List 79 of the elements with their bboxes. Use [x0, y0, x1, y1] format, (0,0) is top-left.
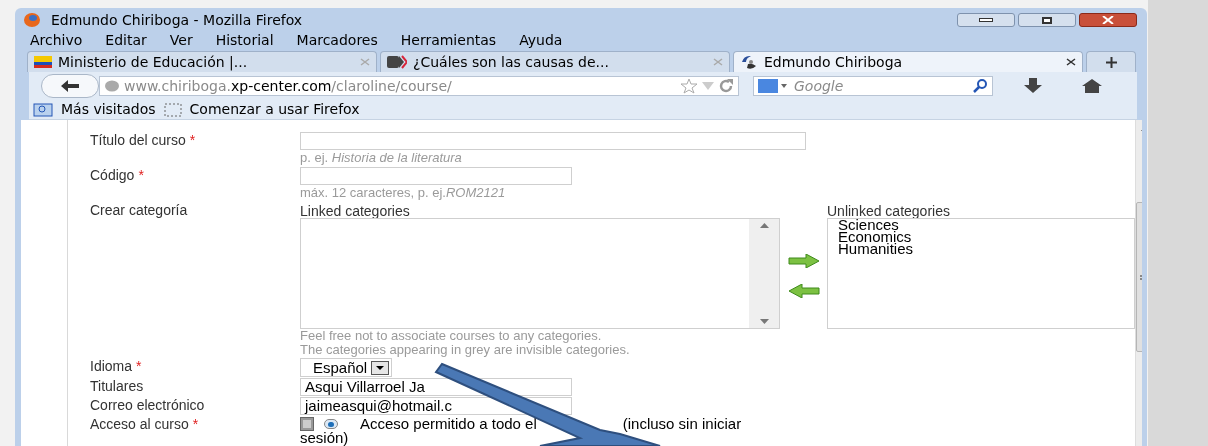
square-icon	[300, 417, 314, 431]
field-hint: máx. 12 caracteres, p. ej.ROM2121	[300, 185, 507, 201]
help-note: Feel free not to associate courses to any categories.	[300, 329, 603, 343]
close-button[interactable]	[1079, 13, 1137, 27]
menu-item[interactable]: Editar	[105, 33, 147, 47]
search-placeholder: Google	[794, 76, 844, 96]
tab-title: Ministerio de Educación |...	[58, 52, 248, 73]
required-mark: *	[192, 416, 199, 434]
blank-page-icon	[163, 102, 182, 117]
menu-item[interactable]: Historial	[215, 33, 274, 47]
access-option-text: Acceso permitido a todo el	[360, 416, 537, 432]
field-label: Titulares	[90, 378, 144, 396]
bookmark-search-icon	[33, 102, 53, 117]
list-scrollbar[interactable]	[749, 219, 779, 328]
menu-item[interactable]: Marcadores	[296, 33, 378, 47]
list-label: Linked categories	[300, 204, 411, 218]
globe-icon	[104, 80, 120, 92]
field-label: Correo electrónico	[90, 397, 205, 415]
scroll-down-icon	[759, 319, 769, 324]
field-label: Acceso al curso	[90, 416, 189, 434]
bookmark-item[interactable]: Más visitados	[61, 99, 156, 120]
field-label: Título del curso	[90, 132, 186, 150]
menu-item[interactable]: Herramientas	[400, 33, 497, 47]
dropdown-caret-icon	[371, 360, 390, 375]
address-bar[interactable]: www.chiriboga.xp-center.com/claroline/course/	[99, 76, 739, 96]
search-icon[interactable]	[972, 79, 988, 93]
required-mark: *	[138, 167, 144, 185]
new-tab-button[interactable]	[1086, 51, 1136, 72]
menu-item[interactable]: Ver	[169, 33, 193, 47]
required-mark: *	[136, 358, 142, 376]
menu-item[interactable]: Ayuda	[519, 33, 563, 47]
media-icon	[387, 55, 407, 69]
text-field[interactable]	[300, 167, 572, 185]
back-button[interactable]	[41, 74, 99, 98]
menu-item[interactable]: Archivo	[30, 33, 83, 47]
tab-title: Edmundo Chiriboga	[764, 52, 903, 72]
browser-tab[interactable]: Ministerio de Educación |...	[27, 51, 377, 72]
language-select[interactable]: Español	[300, 358, 393, 377]
tab-title: ¿Cuáles son las causas de...	[413, 52, 609, 72]
field-label: Idioma	[90, 358, 133, 376]
search-field[interactable]: Google	[753, 76, 993, 96]
list-item[interactable]: Sciences	[838, 219, 1124, 231]
field-hint: p. ej. Historia de la literatura	[300, 150, 463, 166]
minimize-button[interactable]	[957, 13, 1015, 27]
scroll-up-icon	[759, 223, 769, 228]
close-tab-icon[interactable]	[1066, 58, 1076, 66]
list-label: Unlinked categories	[827, 204, 951, 218]
search-engine-icon	[758, 79, 788, 93]
browser-tab[interactable]: ¿Cuáles son las causas de...	[380, 51, 730, 72]
site-icon	[740, 54, 758, 70]
browser-tab[interactable]: Edmundo Chiriboga	[733, 51, 1083, 72]
access-option-text: (incluso sin iniciar	[622, 416, 742, 432]
browser-logo-icon	[23, 12, 41, 28]
field-value: Asqui Villarroel Ja	[305, 378, 425, 395]
text-field[interactable]	[300, 132, 806, 150]
reload-icon[interactable]	[718, 79, 734, 93]
move-left-arrow-icon[interactable]	[787, 283, 820, 298]
list-item[interactable]: Economics	[838, 231, 1124, 243]
radio-button[interactable]	[324, 419, 338, 429]
flag-icon	[34, 56, 52, 68]
window-title: Edmundo Chiriboga - Mozilla Firefox	[51, 10, 303, 30]
close-icon	[1102, 16, 1114, 24]
help-note: The categories appearing in grey are invisible categories.	[300, 343, 631, 357]
unlinked-categories-list[interactable]: Sciences Economics Humanities	[827, 218, 1135, 329]
plus-icon	[1104, 55, 1118, 69]
download-arrow-icon[interactable]	[1023, 78, 1043, 94]
field-label: Crear categoría	[90, 202, 188, 220]
field-label: Código	[90, 167, 135, 185]
url-text: www.chiriboga.xp-center.com/claroline/course/	[124, 76, 452, 96]
maximize-button[interactable]	[1018, 13, 1076, 27]
field-value: jaimeasqui@hotmail.c	[305, 397, 452, 414]
bookmark-item[interactable]: Comenzar a usar Firefox	[189, 99, 360, 120]
star-icon[interactable]	[680, 78, 698, 94]
required-mark: *	[189, 132, 196, 150]
home-icon[interactable]	[1081, 78, 1103, 94]
move-right-arrow-icon[interactable]	[787, 253, 820, 268]
back-arrow-icon	[60, 80, 80, 92]
access-option-text: sesión)	[300, 432, 350, 444]
list-item[interactable]: Humanities	[838, 243, 1124, 255]
